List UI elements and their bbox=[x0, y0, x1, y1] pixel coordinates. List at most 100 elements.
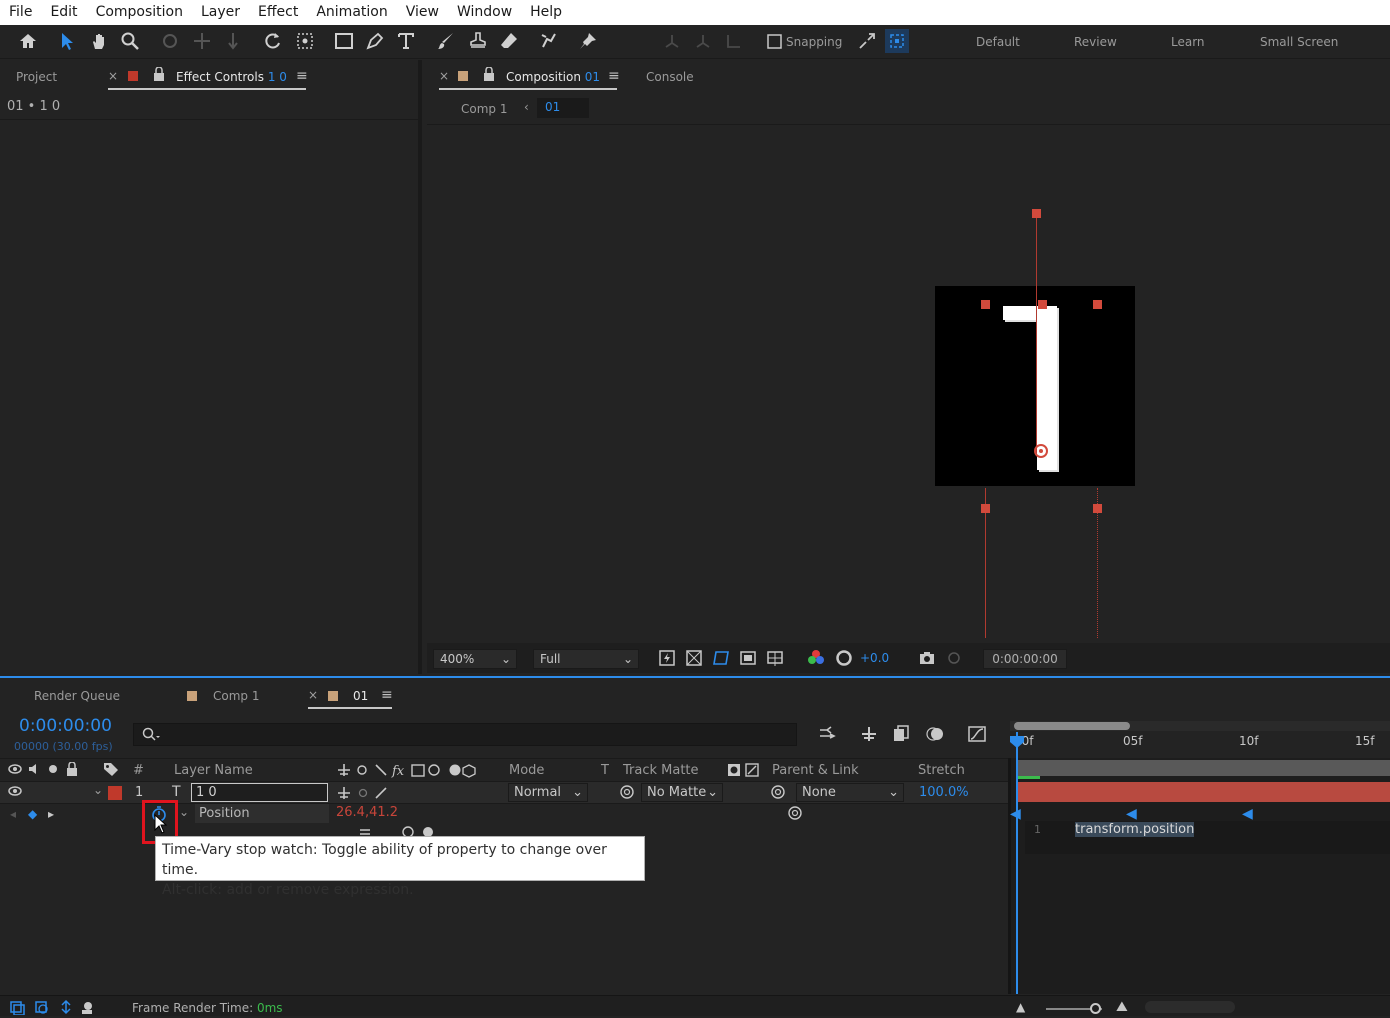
snap-target-icon[interactable] bbox=[885, 29, 909, 53]
timeline-panel-menu-icon[interactable]: ≡ bbox=[381, 687, 393, 703]
mask-visibility-icon[interactable] bbox=[709, 646, 733, 670]
zoom-scrollbar-thumb[interactable] bbox=[1014, 722, 1130, 730]
menu-file[interactable]: File bbox=[0, 0, 41, 25]
current-time-display[interactable]: 0:00:00:00 bbox=[19, 716, 112, 736]
menu-edit[interactable]: Edit bbox=[41, 0, 86, 25]
pan-camera-icon[interactable] bbox=[190, 29, 214, 53]
property-name-field[interactable]: Position bbox=[195, 804, 329, 823]
workspace-default[interactable]: Default bbox=[976, 35, 1020, 49]
home-icon[interactable] bbox=[16, 29, 40, 53]
next-keyframe-icon[interactable]: ▸ bbox=[48, 807, 54, 821]
close-comp-tab-icon[interactable]: × bbox=[439, 69, 449, 83]
close-tab-icon[interactable]: × bbox=[108, 69, 118, 83]
frame-blending-icon[interactable] bbox=[889, 722, 913, 746]
layer-label-color[interactable] bbox=[108, 785, 122, 800]
channel-rgb-icon[interactable] bbox=[804, 646, 828, 670]
tab-comp1[interactable]: Comp 1 bbox=[213, 689, 259, 703]
puppet-pin-tool-icon[interactable] bbox=[576, 29, 600, 53]
timeline-horizontal-scrollbar[interactable] bbox=[1145, 1001, 1235, 1013]
expression-pickwhip-icon[interactable] bbox=[787, 805, 803, 824]
brush-tool-icon[interactable] bbox=[434, 29, 458, 53]
tab-timeline-01[interactable]: 01 bbox=[353, 689, 368, 703]
fast-previews-icon[interactable] bbox=[655, 646, 679, 670]
graph-editor-icon[interactable] bbox=[965, 722, 989, 746]
keyframe-2[interactable]: ◀ bbox=[1242, 806, 1253, 822]
menu-window[interactable]: Window bbox=[448, 0, 521, 25]
show-snapshot-icon[interactable] bbox=[942, 646, 966, 670]
expression-editor[interactable]: 1 transform.position bbox=[1025, 821, 1390, 854]
transform-handle-bottom-left[interactable] bbox=[981, 504, 990, 513]
layer-stretch-value[interactable]: 100.0% bbox=[919, 785, 969, 800]
workspace-review[interactable]: Review bbox=[1074, 35, 1117, 49]
transform-handle-top-left[interactable] bbox=[981, 300, 990, 309]
workspace-learn[interactable]: Learn bbox=[1171, 35, 1205, 49]
transparency-grid-icon[interactable] bbox=[682, 646, 706, 670]
snapping-options-icon[interactable] bbox=[855, 29, 879, 53]
breadcrumb-comp1[interactable]: Comp 1 bbox=[461, 102, 507, 116]
transform-handle-top-right[interactable] bbox=[1093, 300, 1102, 309]
expression-text[interactable]: transform.position bbox=[1075, 822, 1195, 837]
tab-render-queue[interactable]: Render Queue bbox=[34, 689, 120, 703]
zoom-slider-thumb[interactable] bbox=[1090, 1003, 1101, 1014]
eraser-tool-icon[interactable] bbox=[497, 29, 521, 53]
resolution-dropdown[interactable]: Full ⌄ bbox=[533, 649, 639, 669]
add-keyframe-icon[interactable]: ◆ bbox=[28, 807, 37, 821]
zoom-tool-icon[interactable] bbox=[118, 29, 142, 53]
rectangle-tool-icon[interactable] bbox=[332, 29, 356, 53]
menu-layer[interactable]: Layer bbox=[192, 0, 249, 25]
transform-handle-top-center[interactable] bbox=[1038, 300, 1047, 309]
property-expand-chevron-icon[interactable]: ⌄ bbox=[179, 805, 189, 819]
lock-icon[interactable] bbox=[153, 66, 165, 84]
parent-pickwhip-icon[interactable] bbox=[770, 784, 786, 803]
draft-3d-icon[interactable] bbox=[857, 722, 881, 746]
menu-animation[interactable]: Animation bbox=[307, 0, 396, 25]
transform-handle-top[interactable] bbox=[1032, 209, 1041, 218]
region-of-interest-icon[interactable] bbox=[736, 646, 760, 670]
layer-shy-collapse-icons[interactable] bbox=[336, 786, 392, 803]
menu-help[interactable]: Help bbox=[521, 0, 571, 25]
transform-handle-bottom-right[interactable] bbox=[1093, 504, 1102, 513]
selection-tool-icon[interactable] bbox=[55, 29, 79, 53]
grid-guides-icon[interactable] bbox=[763, 646, 787, 670]
track-matte-dropdown[interactable]: No Matte ⌄ bbox=[641, 783, 723, 802]
dolly-camera-icon[interactable] bbox=[221, 29, 245, 53]
keyframe-1[interactable]: ◀ bbox=[1126, 806, 1137, 822]
exposure-value[interactable]: +0.0 bbox=[860, 651, 889, 665]
panel-menu-icon[interactable]: ≡ bbox=[296, 68, 308, 84]
layer-search-input[interactable] bbox=[133, 723, 797, 746]
position-value[interactable]: 26.4,41.2 bbox=[336, 805, 398, 820]
tab-project[interactable]: Project bbox=[16, 70, 57, 84]
roto-brush-tool-icon[interactable] bbox=[537, 29, 561, 53]
tab-console[interactable]: Console bbox=[646, 70, 694, 84]
menu-effect[interactable]: Effect bbox=[249, 0, 307, 25]
motion-blur-icon[interactable] bbox=[923, 722, 947, 746]
status-toggle-icons[interactable] bbox=[10, 999, 100, 1018]
comp-lock-icon[interactable] bbox=[483, 66, 495, 84]
viewer-timecode[interactable]: 0:00:00:00 bbox=[983, 649, 1067, 669]
local-axis-icon[interactable] bbox=[660, 29, 684, 53]
type-tool-icon[interactable] bbox=[394, 29, 418, 53]
anchor-point-tool-icon[interactable] bbox=[293, 29, 317, 53]
layer-mode-dropdown[interactable]: Normal ⌄ bbox=[508, 783, 588, 802]
rotate-tool-icon[interactable] bbox=[261, 29, 285, 53]
layer-duration-bar[interactable] bbox=[1016, 782, 1390, 802]
reset-exposure-icon[interactable] bbox=[832, 646, 856, 670]
current-time-indicator[interactable] bbox=[1016, 732, 1018, 994]
menu-composition[interactable]: Composition bbox=[87, 0, 192, 25]
work-area-bar[interactable] bbox=[1016, 760, 1390, 776]
anchor-point-icon[interactable] bbox=[1032, 443, 1050, 462]
parent-dropdown[interactable]: None ⌄ bbox=[796, 783, 904, 802]
zoom-out-mountain-icon[interactable]: ▲ bbox=[1016, 1000, 1025, 1014]
matte-pickwhip-icon[interactable] bbox=[619, 784, 635, 803]
zoom-in-mountain-icon[interactable]: ⛰ bbox=[1116, 999, 1128, 1015]
menu-view[interactable]: View bbox=[397, 0, 448, 25]
prev-keyframe-icon[interactable]: ◂ bbox=[10, 807, 16, 821]
snapping-checkbox[interactable] bbox=[763, 29, 787, 53]
view-axis-icon[interactable] bbox=[722, 29, 746, 53]
snapshot-camera-icon[interactable] bbox=[915, 646, 939, 670]
orbit-camera-icon[interactable] bbox=[158, 29, 182, 53]
comp-flowchart-icon[interactable] bbox=[815, 722, 839, 746]
close-timeline-tab-icon[interactable]: × bbox=[308, 688, 318, 702]
zoom-dropdown[interactable]: 400% ⌄ bbox=[433, 649, 517, 669]
tab-effect-controls[interactable]: Effect Controls 1 0 bbox=[176, 70, 287, 84]
